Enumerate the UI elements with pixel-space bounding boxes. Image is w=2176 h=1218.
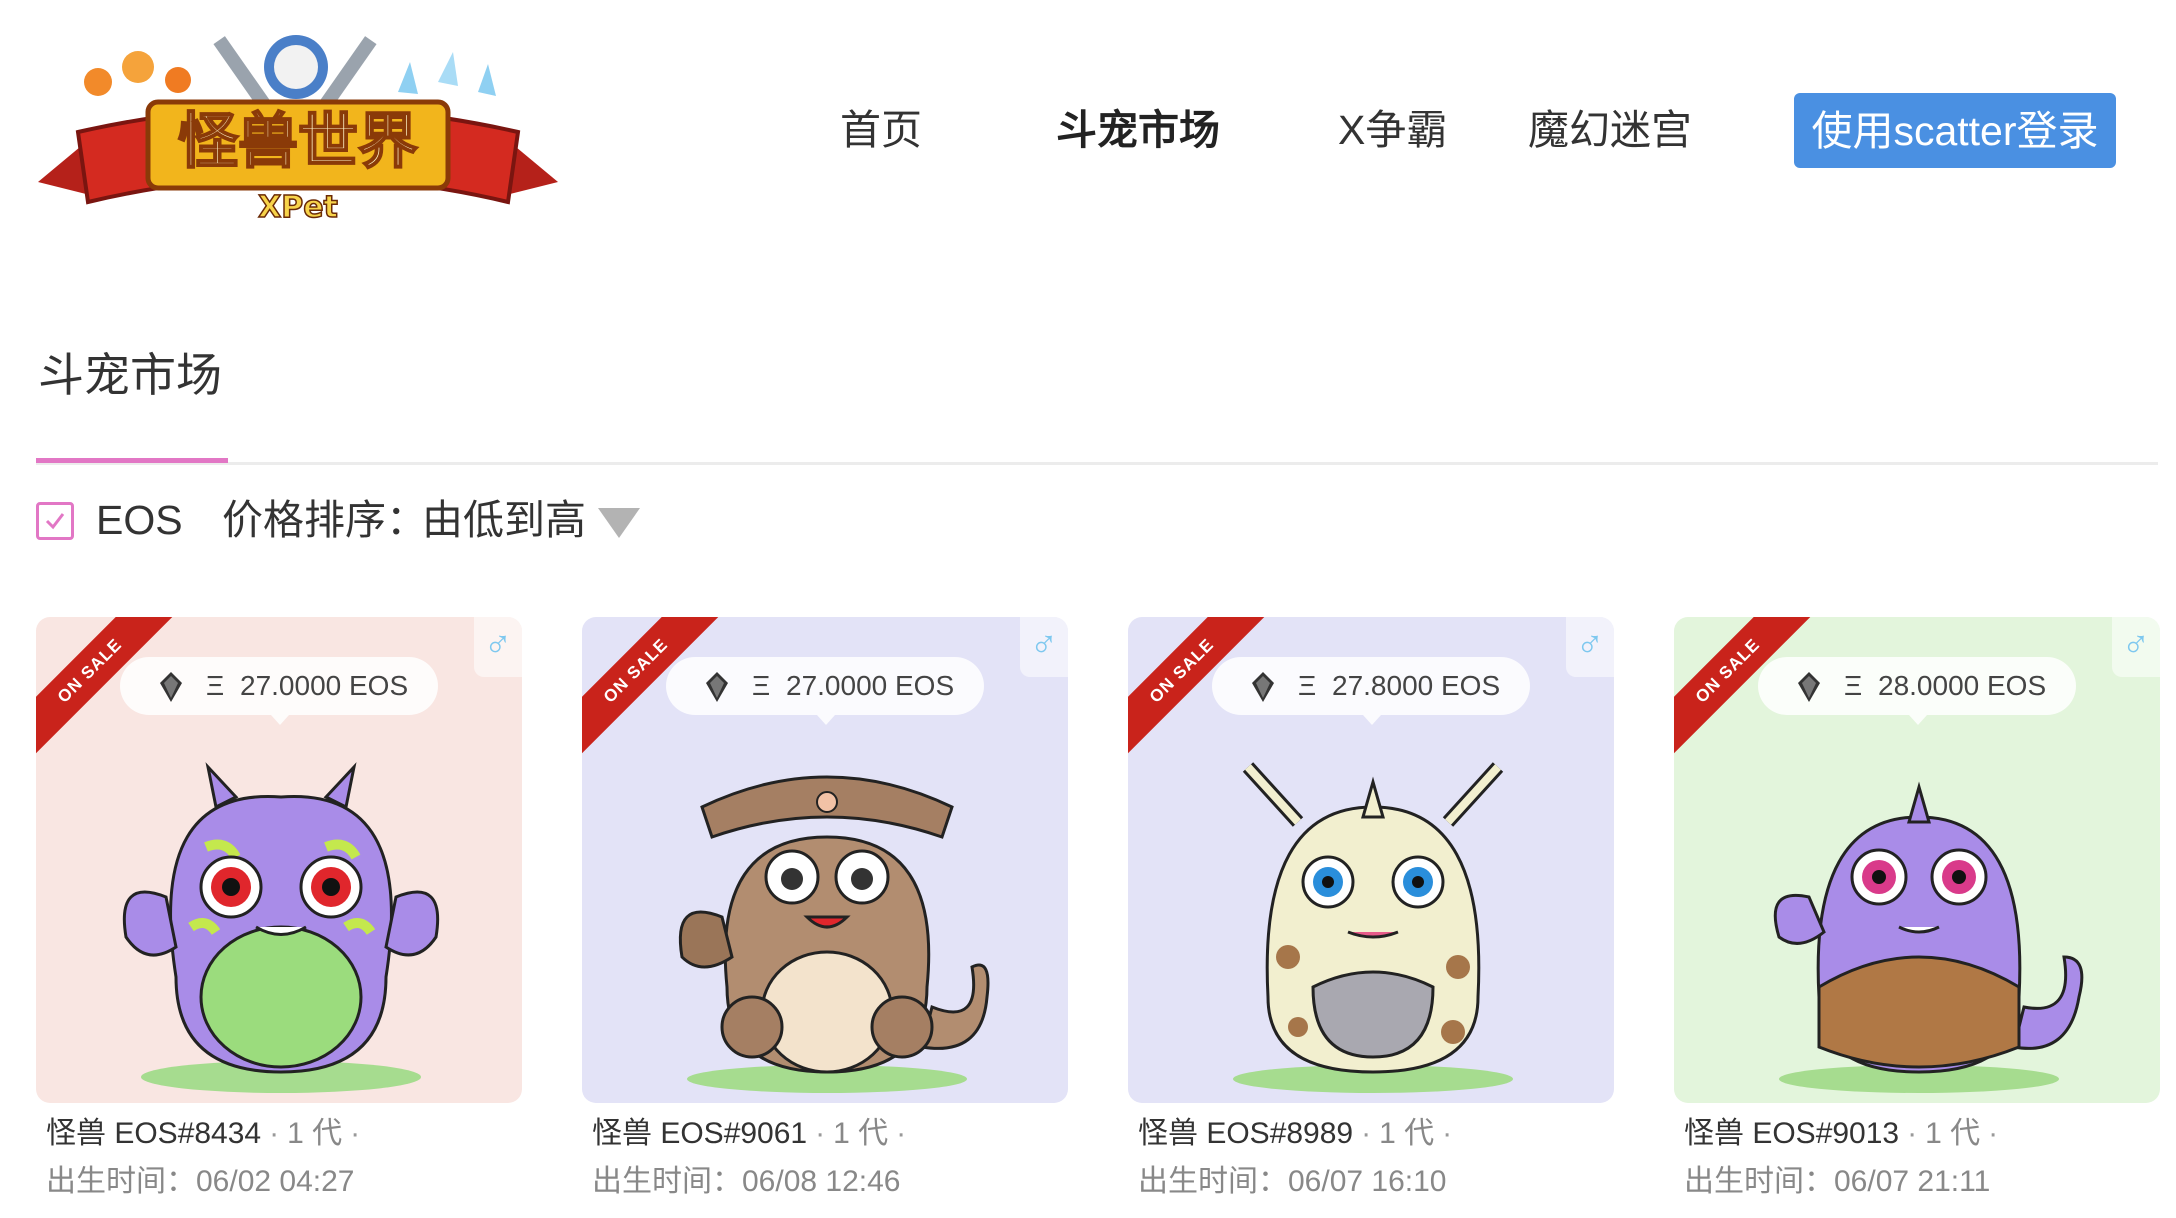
nav-magic-maze[interactable]: 魔幻迷宫 xyxy=(1528,100,1692,160)
price-bubble: Ξ 27.0000 EOS xyxy=(666,657,984,725)
pet-name[interactable]: 怪兽 EOS#9013 xyxy=(1684,1117,1899,1150)
currency-symbol: Ξ xyxy=(1844,670,1863,701)
check-icon xyxy=(45,513,65,530)
pet-image xyxy=(1773,781,2084,1093)
nav-x-battle[interactable]: X争霸 xyxy=(1338,100,1447,160)
pet-card[interactable]: ON SALE ♂ Ξ 27.8000 EOS xyxy=(1128,617,1614,1103)
male-icon: ♂ xyxy=(474,617,522,677)
page-title: 斗宠市场 xyxy=(38,349,222,401)
sort-order-value[interactable]: 由低到高 xyxy=(422,490,586,550)
active-tab-indicator xyxy=(36,458,228,463)
pet-card[interactable]: ON SALE ♂ Ξ 28.0000 EOS xyxy=(1674,617,2160,1103)
nav-pet-market[interactable]: 斗宠市场 xyxy=(1056,100,1220,160)
pet-name[interactable]: 怪兽 EOS#8434 xyxy=(46,1117,261,1150)
price-text: 27.0000 EOS xyxy=(240,670,409,701)
male-icon: ♂ xyxy=(1020,617,1068,677)
sort-dropdown-icon[interactable] xyxy=(598,508,640,538)
pet-card-info: 怪兽 EOS#8434 · 1 代 · 出生时间：06/02 04:27 xyxy=(46,1110,546,1206)
price-text: 27.0000 EOS xyxy=(786,670,955,701)
pet-birth-time: 出生时间：06/08 12:46 xyxy=(592,1165,901,1198)
pet-generation: 1 代 xyxy=(833,1117,889,1150)
pet-birth-time: 出生时间：06/07 16:10 xyxy=(1138,1165,1447,1198)
price-text: 27.8000 EOS xyxy=(1332,670,1501,701)
pet-card-info: 怪兽 EOS#9061 · 1 代 · 出生时间：06/08 12:46 xyxy=(592,1110,1092,1206)
price-text: 28.0000 EOS xyxy=(1878,670,2047,701)
pet-birth-time: 出生时间：06/02 04:27 xyxy=(46,1165,355,1198)
pet-birth-time: 出生时间：06/07 21:11 xyxy=(1684,1165,1991,1198)
eos-icon xyxy=(1252,672,1274,702)
logo-subtitle: XPet xyxy=(258,190,338,225)
pet-name[interactable]: 怪兽 EOS#9061 xyxy=(592,1117,807,1150)
price-bubble: Ξ 27.0000 EOS xyxy=(120,657,438,725)
nav-home[interactable]: 首页 xyxy=(840,100,922,160)
price-bubble: Ξ 27.8000 EOS xyxy=(1212,657,1530,725)
filter-bar: EOS 价格排序： 由低到高 xyxy=(36,490,1036,550)
pet-image xyxy=(678,775,990,1093)
header: 怪兽世界 XPet 首页 斗宠市场 X争霸 魔幻迷宫 使用scatter登录 xyxy=(0,0,2176,250)
pet-card-info: 怪兽 EOS#9013 · 1 代 · 出生时间：06/07 21:11 xyxy=(1684,1110,2176,1206)
pet-generation: 1 代 xyxy=(1925,1117,1981,1150)
currency-symbol: Ξ xyxy=(1298,670,1317,701)
tab-divider xyxy=(36,462,2158,465)
price-bubble: Ξ 28.0000 EOS xyxy=(1758,657,2076,725)
pet-image xyxy=(1233,762,1513,1093)
pet-generation: 1 代 xyxy=(1379,1117,1435,1150)
pet-generation: 1 代 xyxy=(287,1117,343,1150)
sort-label: 价格排序： xyxy=(222,497,427,543)
currency-symbol: Ξ xyxy=(206,670,225,701)
eos-icon xyxy=(1798,672,1820,702)
pet-name[interactable]: 怪兽 EOS#8989 xyxy=(1138,1117,1353,1150)
currency-symbol: Ξ xyxy=(752,670,771,701)
eos-filter-label[interactable]: EOS xyxy=(96,490,183,550)
scatter-login-button[interactable]: 使用scatter登录 xyxy=(1794,93,2116,168)
eos-filter-checkbox[interactable] xyxy=(36,502,74,540)
eos-icon xyxy=(160,672,182,702)
pet-card[interactable]: ON SALE ♂ Ξ 27.0000 EOS xyxy=(36,617,522,1103)
eos-icon xyxy=(706,672,728,702)
pet-card-info: 怪兽 EOS#8989 · 1 代 · 出生时间：06/07 16:10 xyxy=(1138,1110,1638,1206)
pet-image xyxy=(122,762,440,1093)
male-icon: ♂ xyxy=(2112,617,2160,677)
pet-card[interactable]: ON SALE ♂ Ξ 27.0000 EOS xyxy=(582,617,1068,1103)
male-icon: ♂ xyxy=(1566,617,1614,677)
